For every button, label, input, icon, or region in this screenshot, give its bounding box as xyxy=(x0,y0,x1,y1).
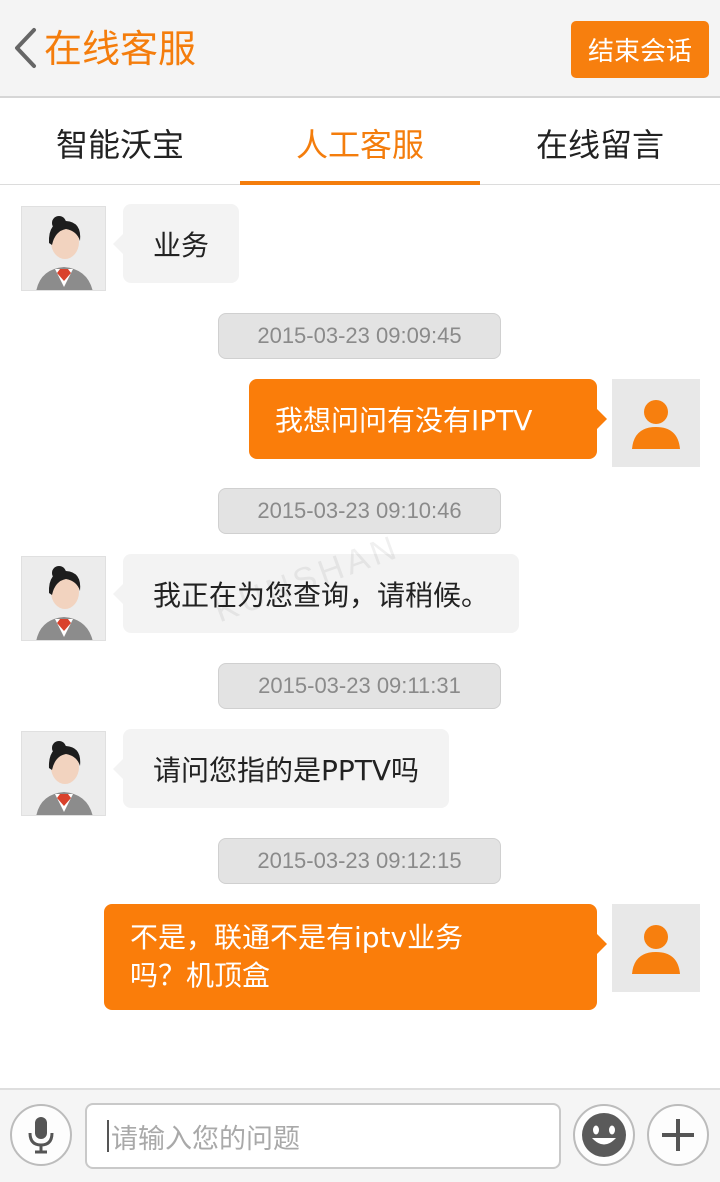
input-bar: 请输入您的问题 xyxy=(0,1088,720,1182)
message-text: 我想问问有没有IPTV xyxy=(275,404,533,437)
agent-photo-icon xyxy=(22,207,105,290)
back-button[interactable] xyxy=(8,22,42,74)
message-text-line2: 吗？机顶盒 xyxy=(130,959,271,992)
message-text: 请问您指的是PPTV吗 xyxy=(153,753,420,787)
header-bar: 在线客服 结束会话 xyxy=(0,0,720,98)
timestamp: 2015-03-23 09:10:46 xyxy=(218,488,501,534)
user-avatar-icon xyxy=(632,925,680,974)
timestamp: 2015-03-23 09:11:31 xyxy=(218,663,501,709)
timestamp: 2015-03-23 09:09:45 xyxy=(218,313,501,359)
user-avatar xyxy=(612,379,700,467)
tab-smart-assistant[interactable]: 智能沃宝 xyxy=(0,100,240,185)
agent-message-bubble: 业务 xyxy=(112,204,240,283)
chat-area[interactable]: 业务 2015-03-23 09:09:45 我想问问有没有IPTV 2015-… xyxy=(0,186,720,1088)
agent-avatar xyxy=(21,206,106,291)
message-input[interactable]: 请输入您的问题 xyxy=(85,1103,561,1169)
message-text: 业务 xyxy=(153,228,210,262)
input-placeholder: 请输入您的问题 xyxy=(111,1123,300,1155)
timestamp: 2015-03-23 09:12:15 xyxy=(218,838,501,884)
user-avatar xyxy=(612,904,700,992)
agent-avatar xyxy=(21,556,106,641)
agent-avatar xyxy=(21,731,106,816)
emoji-icon xyxy=(582,1113,626,1157)
microphone-icon xyxy=(28,1117,54,1154)
agent-photo-icon xyxy=(22,557,105,640)
message-text-line1: 不是，联通不是有iptv业务 xyxy=(130,921,464,954)
voice-button[interactable] xyxy=(10,1104,72,1166)
tab-online-message[interactable]: 在线留言 xyxy=(480,100,720,185)
user-message-bubble: 不是，联通不是有iptv业务 吗？机顶盒 xyxy=(104,904,607,1010)
agent-photo-icon xyxy=(22,732,105,815)
user-message-bubble: 我想问问有没有IPTV xyxy=(249,379,607,459)
more-button[interactable] xyxy=(647,1104,709,1166)
end-session-button[interactable]: 结束会话 xyxy=(571,21,709,78)
plus-icon xyxy=(662,1119,694,1151)
chevron-left-icon xyxy=(15,28,36,68)
page-title: 在线客服 xyxy=(44,27,197,71)
tab-human-service[interactable]: 人工客服 xyxy=(240,100,480,185)
agent-message-bubble: 请问您指的是PPTV吗 xyxy=(112,729,450,808)
text-caret xyxy=(107,1120,109,1152)
emoji-button[interactable] xyxy=(573,1104,635,1166)
tab-bar: 智能沃宝 人工客服 在线留言 xyxy=(0,100,720,185)
user-avatar-icon xyxy=(632,400,680,449)
